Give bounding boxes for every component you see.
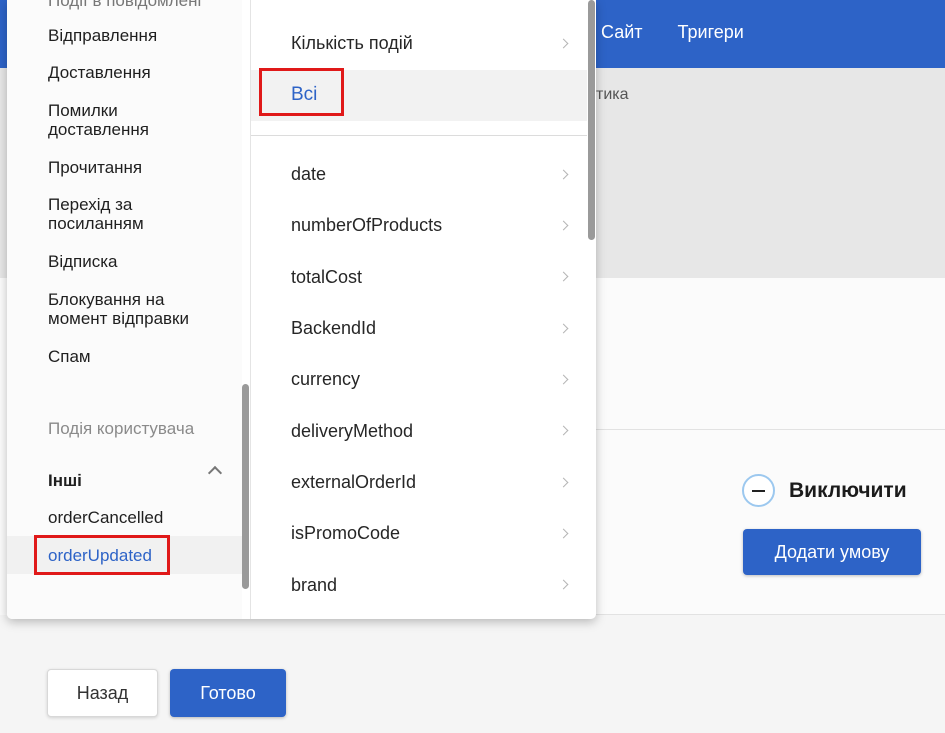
field-item[interactable]: date bbox=[291, 164, 326, 185]
add-condition-button[interactable]: Додати умову bbox=[743, 529, 921, 575]
field-item[interactable]: BackendId bbox=[291, 318, 376, 339]
chevron-right-icon bbox=[558, 528, 569, 539]
list-item[interactable]: Відправлення bbox=[48, 26, 157, 45]
chevron-right-icon bbox=[558, 220, 569, 231]
chevron-right-icon bbox=[558, 579, 569, 590]
nav-triggers[interactable]: Тригери bbox=[678, 22, 744, 43]
panel-divider bbox=[596, 614, 945, 615]
left-scrollbar[interactable] bbox=[242, 384, 249, 589]
nav-site[interactable]: Сайт bbox=[601, 22, 643, 43]
field-item[interactable]: numberOfProducts bbox=[291, 215, 442, 236]
event-count-item[interactable]: Кількість подій bbox=[291, 33, 413, 54]
list-item[interactable]: Спам bbox=[48, 347, 91, 366]
chevron-right-icon bbox=[558, 323, 569, 334]
field-item[interactable]: deliveryMethod bbox=[291, 421, 413, 442]
list-item[interactable]: Блокування на момент відправки bbox=[48, 290, 189, 328]
list-item[interactable]: Події в повідомлені bbox=[48, 0, 201, 10]
section-user-events: Подія користувача bbox=[48, 419, 195, 438]
back-button[interactable]: Назад bbox=[47, 669, 158, 717]
event-category-list: Події в повідомлені Відправлення Доставл… bbox=[7, 0, 242, 619]
chevron-right-icon bbox=[558, 169, 569, 180]
chevron-up-icon[interactable] bbox=[207, 465, 223, 481]
breadcrumb: тика bbox=[596, 86, 629, 103]
highlight-box-all bbox=[259, 68, 344, 116]
field-item[interactable]: currency bbox=[291, 369, 360, 390]
minus-circle-icon[interactable] bbox=[742, 474, 775, 507]
field-item[interactable]: totalCost bbox=[291, 267, 362, 288]
field-item[interactable]: brand bbox=[291, 575, 337, 596]
exclude-label: Виключити bbox=[789, 478, 907, 502]
highlight-box-order-updated bbox=[34, 535, 170, 575]
chevron-right-icon bbox=[558, 38, 569, 49]
top-nav: Сайт Тригери bbox=[601, 22, 744, 43]
done-button[interactable]: Готово bbox=[170, 669, 286, 717]
right-scrollbar[interactable] bbox=[588, 0, 595, 240]
list-item[interactable]: Прочитання bbox=[48, 158, 142, 177]
chevron-right-icon bbox=[558, 477, 569, 488]
exclude-toggle[interactable]: Виключити bbox=[742, 474, 907, 507]
group-other[interactable]: Інші bbox=[48, 471, 82, 490]
field-item[interactable]: externalOrderId bbox=[291, 472, 416, 493]
list-item[interactable]: Помилки доставлення bbox=[48, 101, 149, 139]
list-item[interactable]: Доставлення bbox=[48, 63, 151, 82]
chevron-right-icon bbox=[558, 374, 569, 385]
list-divider bbox=[251, 135, 587, 136]
list-item[interactable]: Перехід за посиланням bbox=[48, 195, 144, 233]
list-item[interactable]: orderCancelled bbox=[48, 508, 163, 527]
field-item[interactable]: isPromoCode bbox=[291, 523, 400, 544]
list-item[interactable]: Відписка bbox=[48, 252, 118, 271]
panel-divider bbox=[596, 429, 945, 430]
chevron-right-icon bbox=[558, 425, 569, 436]
chevron-right-icon bbox=[558, 271, 569, 282]
